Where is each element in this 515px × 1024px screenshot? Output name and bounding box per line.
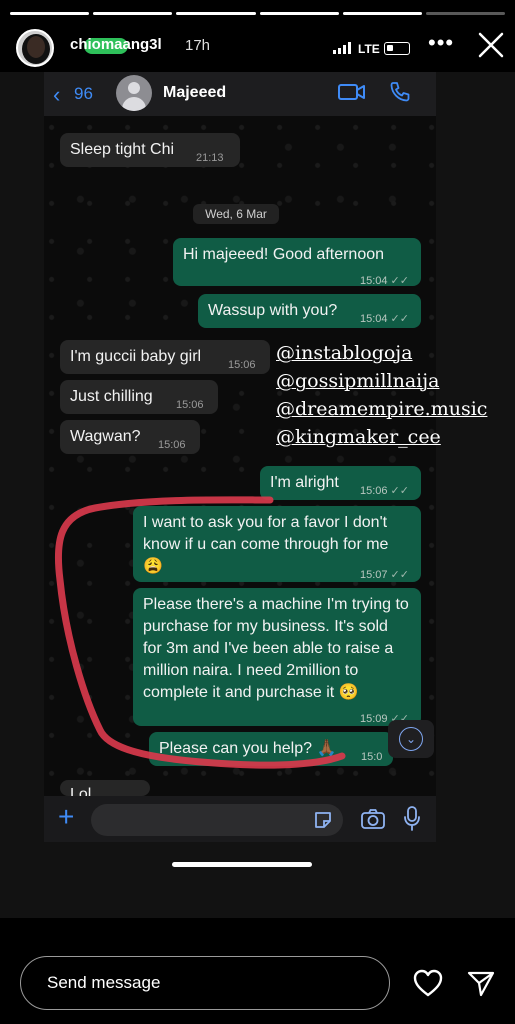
chat-message-field[interactable] <box>91 804 343 836</box>
camera-icon[interactable] <box>361 808 385 830</box>
sticker-icon[interactable] <box>313 810 333 830</box>
send-icon[interactable] <box>466 968 496 998</box>
heart-icon[interactable] <box>412 968 444 998</box>
home-indicator <box>172 862 312 867</box>
microphone-icon[interactable] <box>403 806 421 832</box>
send-message-placeholder: Send message <box>47 973 161 992</box>
attach-plus-icon[interactable]: + <box>58 803 74 831</box>
red-scribble-annotation <box>54 496 346 769</box>
